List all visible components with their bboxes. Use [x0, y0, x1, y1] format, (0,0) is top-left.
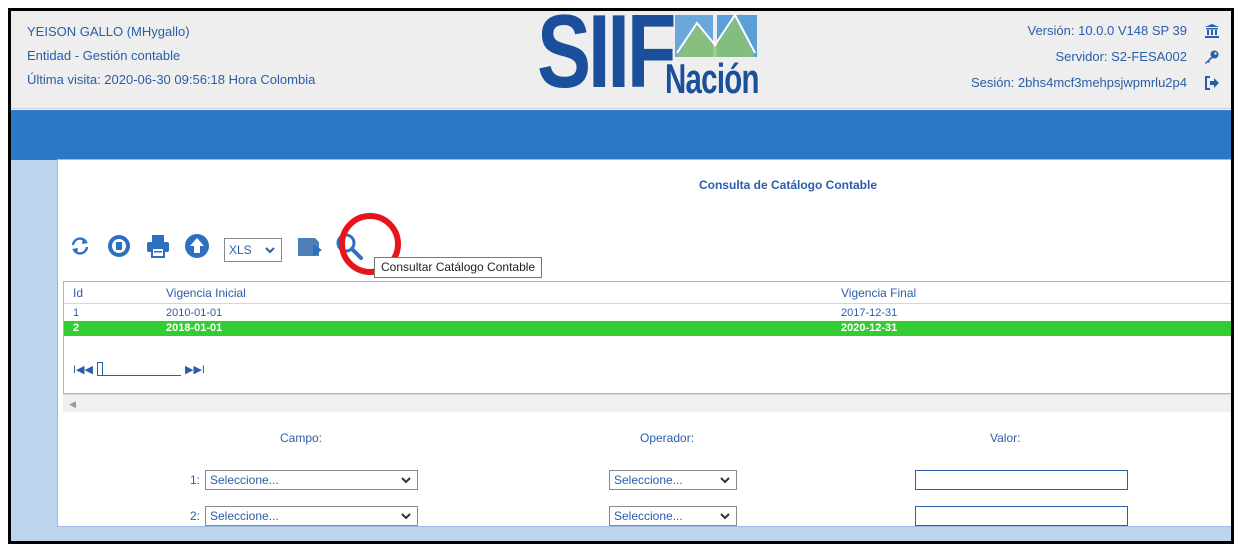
export-format-select[interactable]: XLS [224, 238, 282, 262]
panel-title: Consulta de Catálogo Contable [698, 178, 877, 192]
value-label: Valor: [990, 431, 1021, 445]
cell-id: 1 [73, 307, 80, 319]
print-button[interactable] [144, 232, 172, 260]
user-name: YEISON GALLO (MHygallo) [27, 24, 190, 39]
field-select-2[interactable]: Seleccione... [205, 506, 418, 526]
table-row[interactable]: 1 2010-01-01 2017-12-31 [64, 306, 1231, 321]
cell-id: 2 [73, 322, 80, 334]
siif-logo: SIIF Nación [537, 11, 767, 110]
record-icon [108, 235, 130, 257]
chevron-down-icon [265, 246, 275, 253]
header-icons [1201, 18, 1223, 96]
logo-siif-text: SIIF [537, 8, 676, 110]
entity-name: Entidad - Gestión contable [27, 48, 181, 63]
filter-row-number: 2: [190, 509, 201, 523]
horizontal-scrollbar[interactable]: ◀ [63, 394, 1231, 412]
column-vigencia-final[interactable]: Vigencia Final [841, 282, 916, 304]
filter-row-number: 1: [190, 473, 201, 487]
server-label: Servidor: S2-FESA002 [1055, 49, 1187, 64]
value-input-1[interactable] [915, 470, 1128, 490]
export-button[interactable] [296, 232, 324, 260]
upload-icon [185, 234, 209, 258]
app-header: YEISON GALLO (MHygallo) Entidad - Gestió… [11, 11, 1231, 110]
cell-end: 2020-12-31 [841, 322, 898, 334]
key-icon[interactable] [1201, 44, 1223, 70]
last-page-button[interactable]: ▶▶I [185, 363, 205, 376]
field-label: Campo: [280, 431, 323, 445]
chevron-down-icon [720, 512, 730, 519]
logo-nacion-text: Nación [665, 55, 760, 102]
operator-select-2[interactable]: Seleccione... [609, 506, 737, 526]
table-header: Id Vigencia Inicial Vigencia Final [64, 282, 1231, 304]
app-window: YEISON GALLO (MHygallo) Entidad - Gestió… [8, 8, 1234, 544]
export-format-value: XLS [229, 243, 252, 257]
pager-thumb[interactable] [96, 362, 103, 376]
operator-label: Operador: [640, 431, 695, 445]
export-icon [298, 238, 322, 256]
chevron-down-icon [401, 512, 411, 519]
operator-select-value: Seleccione... [614, 473, 683, 487]
refresh-icon [71, 237, 89, 255]
pager: I◀◀ ▶▶I [73, 362, 233, 376]
cell-start: 2010-01-01 [166, 307, 223, 319]
chevron-down-icon [720, 476, 730, 483]
logout-icon[interactable] [1201, 70, 1223, 96]
user-info: YEISON GALLO (MHygallo) Entidad - Gestió… [27, 20, 315, 92]
upload-button[interactable] [183, 232, 211, 260]
first-page-button[interactable]: I◀◀ [73, 363, 93, 376]
logo-mark-icon [675, 13, 757, 57]
column-id[interactable]: Id [73, 282, 83, 304]
field-select-value: Seleccione... [210, 509, 279, 523]
bank-icon[interactable] [1201, 18, 1223, 44]
top-band [11, 110, 1231, 160]
system-info: Versión: 10.0.0 V148 SP 39 Servidor: S2-… [971, 18, 1187, 96]
last-visit: Última visita: 2020-06-30 09:56:18 Hora … [27, 72, 316, 87]
chevron-down-icon [401, 476, 411, 483]
value-input-2[interactable] [915, 506, 1128, 526]
column-vigencia-inicial[interactable]: Vigencia Inicial [166, 282, 246, 304]
pager-slider[interactable] [96, 362, 181, 376]
toolbar: XLS [66, 226, 374, 266]
field-select-1[interactable]: Seleccione... [205, 470, 418, 490]
refresh-button[interactable] [66, 232, 94, 260]
catalog-table: Id Vigencia Inicial Vigencia Final 1 201… [63, 281, 1231, 394]
table-row-selected[interactable]: 2 2018-01-01 2020-12-31 [64, 321, 1231, 336]
operator-select-value: Seleccione... [614, 509, 683, 523]
operator-select-1[interactable]: Seleccione... [609, 470, 737, 490]
field-select-value: Seleccione... [210, 473, 279, 487]
version-label: Versión: 10.0.0 V148 SP 39 [1027, 23, 1188, 38]
record-button[interactable] [105, 232, 133, 260]
print-icon [147, 235, 169, 258]
session-label: Sesión: 2bhs4mcf3mehpsjwpmrlu2p4 [970, 75, 1187, 90]
catalog-panel: Consulta de Catálogo Contable XLS Consul… [57, 159, 1231, 527]
cell-end: 2017-12-31 [841, 307, 898, 319]
cell-start: 2018-01-01 [166, 322, 223, 334]
search-tooltip: Consultar Catálogo Contable [374, 257, 543, 278]
